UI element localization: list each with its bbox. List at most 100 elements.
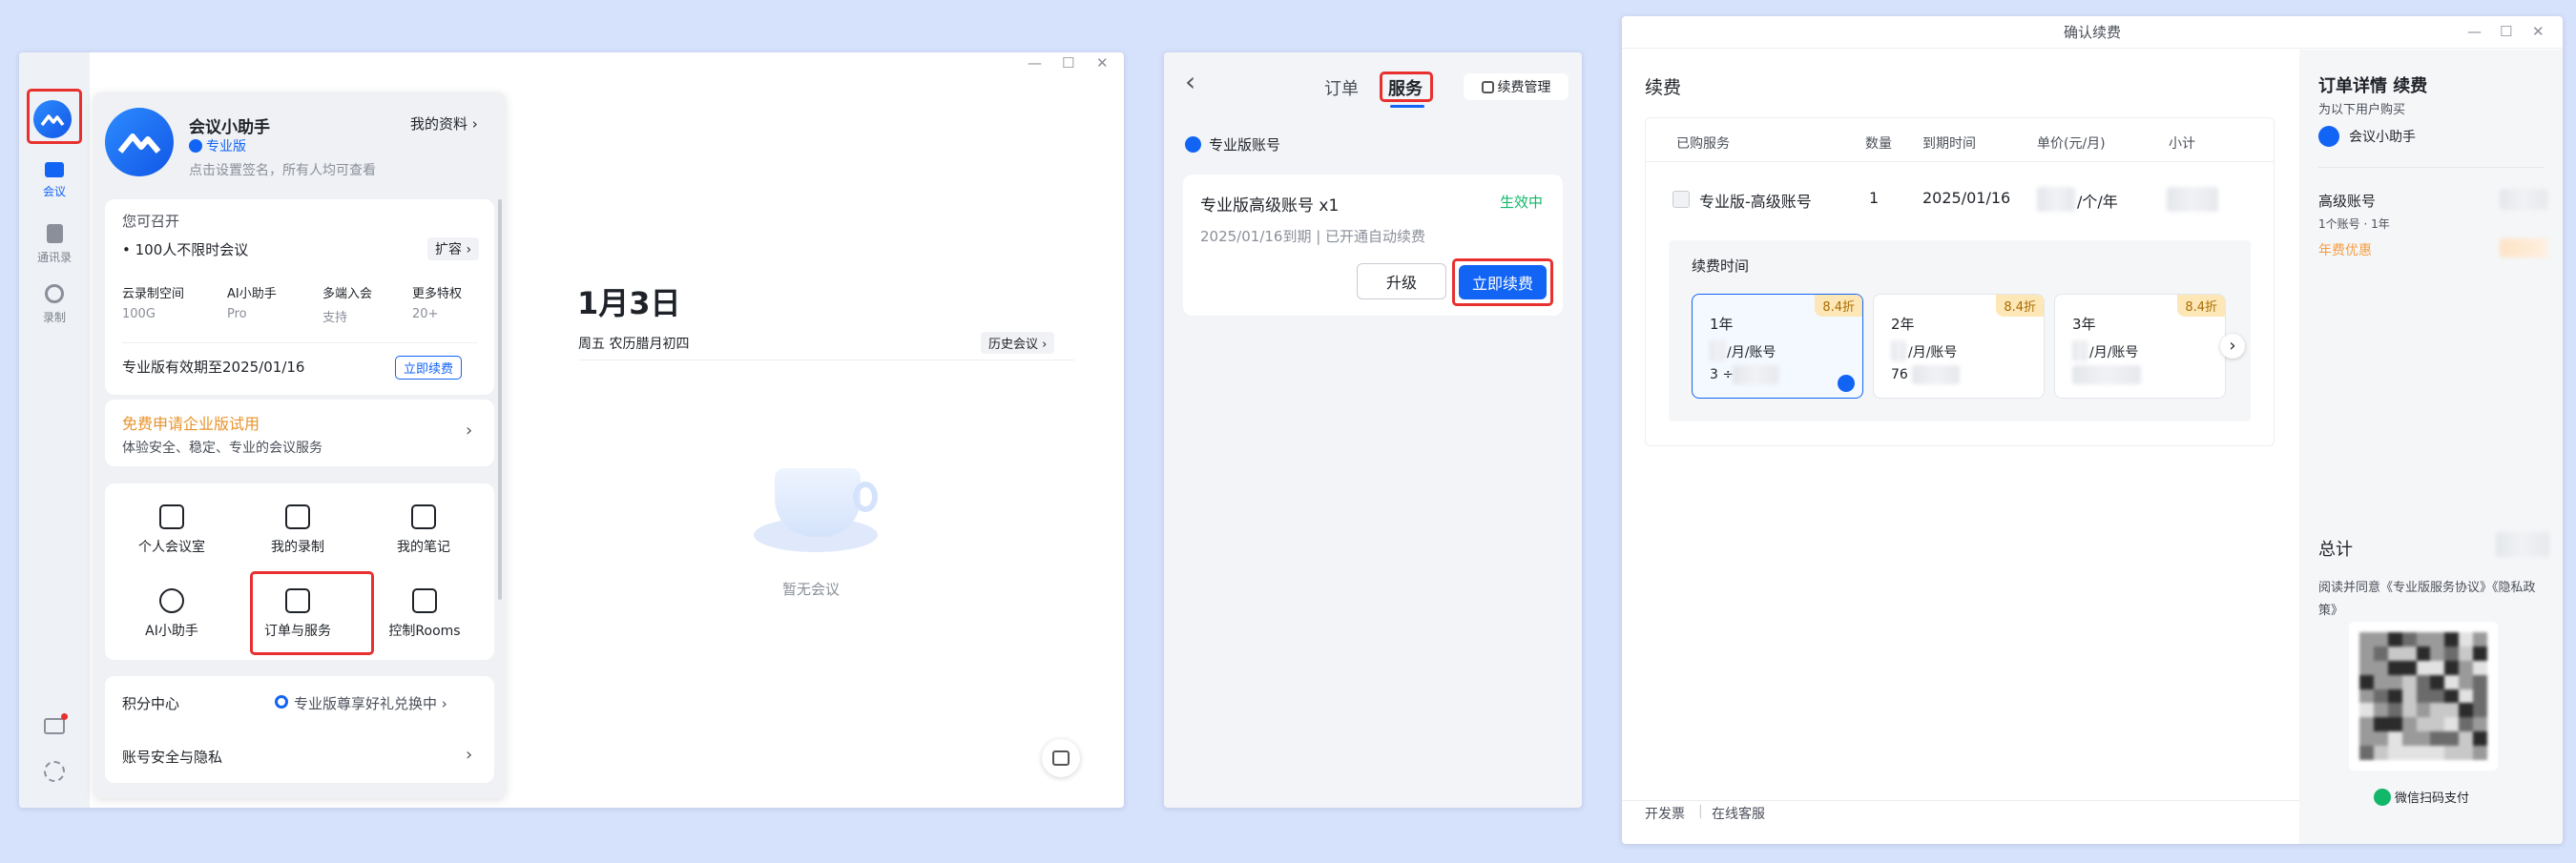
qr-cell [2387, 632, 2402, 647]
highlight-renew-button [1452, 258, 1553, 306]
scroll-right-button[interactable]: › [2220, 334, 2245, 359]
row-service: 专业版-高级账号 [1699, 193, 1812, 211]
qr-cell [2401, 703, 2417, 718]
qr-cell [2473, 688, 2487, 704]
qr-cell [2401, 674, 2417, 689]
qr-cell [2459, 632, 2474, 647]
confirm-renewal-window: 确认续费 — ☐ ✕ 续费 已购服务 数量 到期时间 单价(元/月) 小计 专业… [1622, 16, 2563, 844]
grid-my-recordings[interactable]: 我的录制 [260, 504, 336, 556]
option-2-years[interactable]: 8.4折 2年 /月/账号 76 [1873, 294, 2045, 399]
maximize-button[interactable]: ☐ [2500, 23, 2512, 40]
footer-divider [1622, 800, 2299, 801]
tab-orders[interactable]: 订单 [1324, 75, 1359, 100]
divider [122, 342, 477, 343]
qr-cell [2416, 674, 2431, 689]
minimize-button[interactable]: — [2467, 23, 2482, 40]
upgrade-button[interactable]: 升级 [1357, 263, 1446, 299]
option-1-year[interactable]: 8.4折 1年 /月/账号 3 ÷ [1692, 294, 1863, 399]
trial-card[interactable]: 免费申请企业版试用 体验安全、稳定、专业的会议服务 › [105, 400, 494, 466]
grid-my-notes[interactable]: 我的笔记 [385, 504, 462, 556]
nav-contacts[interactable]: 通讯录 [31, 224, 78, 265]
qr-cell [2459, 660, 2474, 675]
add-schedule-button[interactable] [1042, 739, 1080, 777]
profile-avatar[interactable] [105, 108, 174, 176]
feature-4: 更多特权 20+ [412, 283, 462, 321]
qr-cell [2430, 746, 2445, 760]
qr-cell [2387, 717, 2402, 732]
qr-cell [2359, 703, 2374, 718]
history-meetings-button[interactable]: 历史会议 › [981, 332, 1055, 354]
manage-icon [1481, 80, 1494, 93]
pro-check-icon [1185, 136, 1201, 153]
grid-label: 个人会议室 [138, 540, 205, 555]
qr-cell [2459, 703, 2474, 718]
security-label[interactable]: 账号安全与隐私 [122, 747, 222, 767]
nav-meeting[interactable]: 会议 [35, 162, 73, 199]
qr-cell [2387, 660, 2402, 675]
my-profile-link[interactable]: 我的资料 › [410, 113, 478, 134]
user-row: 会议小助手 [2318, 126, 2416, 147]
back-button[interactable]: ‹ [1185, 66, 1195, 97]
qr-cell [2359, 731, 2374, 747]
qr-cell [2359, 688, 2374, 704]
signature-hint[interactable]: 点击设置签名，所有人均可查看 [189, 160, 376, 179]
wechat-pay-icon [2374, 788, 2391, 806]
option-3-years[interactable]: 8.4折 3年 /月/账号 [2054, 294, 2226, 399]
grid-personal-room[interactable]: 个人会议室 [134, 504, 210, 556]
table-row: 专业版-高级账号 1 2025/01/16 /个/年 [1646, 175, 2274, 223]
renew-heading: 续费 [1645, 77, 1682, 98]
payment-qr-code[interactable] [2359, 632, 2487, 760]
scrollbar[interactable] [498, 199, 502, 600]
expiry-text: 专业版有效期至2025/01/16 [122, 359, 305, 376]
qr-cell [2387, 646, 2402, 661]
close-button[interactable]: ✕ [2532, 23, 2545, 40]
points-icon [275, 695, 288, 709]
qr-cell [2473, 746, 2487, 760]
online-service-link[interactable]: 在线客服 [1712, 804, 1765, 823]
divider [2318, 167, 2544, 168]
qr-cell [2401, 717, 2417, 732]
grid-control-rooms[interactable]: 控制Rooms [382, 588, 467, 640]
option-total: 76 [1891, 367, 1908, 382]
nav-record[interactable]: 录制 [35, 284, 73, 325]
qr-code-frame [2349, 622, 2498, 771]
minimize-button[interactable]: — [1028, 54, 1042, 72]
qr-cell [2430, 674, 2445, 689]
points-card[interactable]: 积分中心 专业版尊享好礼兑换中 › 账号安全与隐私 › [105, 676, 494, 783]
qr-cell [2416, 746, 2431, 760]
close-button[interactable]: ✕ [1096, 54, 1109, 72]
settings-gear-icon[interactable] [44, 761, 65, 782]
plan-card: 您可召开 • 100人不限时会议 扩容 › 云录制空间 100G AI小助手 Pro… [105, 199, 494, 395]
selected-check-icon [1838, 375, 1855, 392]
qr-cell [2401, 688, 2417, 704]
renew-now-link[interactable]: 立即续费 [395, 356, 463, 380]
redacted-price [2072, 340, 2088, 361]
redacted-subtotal [2167, 187, 2218, 212]
qr-cell [2459, 731, 2474, 747]
qr-cell [2373, 674, 2388, 689]
qr-cell [2416, 731, 2431, 747]
redacted-unit-price [2037, 187, 2075, 212]
user-avatar-icon [2318, 126, 2339, 147]
trial-subtitle: 体验安全、稳定、专业的会议服务 [122, 441, 322, 456]
qr-cell [2430, 632, 2445, 647]
qr-cell [2387, 746, 2402, 760]
row-checkbox[interactable] [1672, 191, 1690, 208]
maximize-button[interactable]: ☐ [1062, 54, 1074, 72]
option-per: /月/账号 [1727, 345, 1776, 360]
grid-ai-assistant[interactable]: AI小助手 [134, 588, 210, 640]
feature-label: 多端入会 [322, 287, 373, 301]
feature-value: Pro [227, 307, 247, 321]
table-header: 已购服务 数量 到期时间 单价(元/月) 小计 [1646, 118, 2274, 162]
redacted-item-price [2500, 189, 2547, 210]
mail-icon[interactable] [44, 718, 65, 734]
total-label: 总计 [2318, 540, 2353, 560]
qr-cell [2430, 731, 2445, 747]
window-title: 确认续费 [2063, 24, 2121, 41]
agreement-text[interactable]: 阅读并同意《专业版服务协议》《隐私政策》 [2318, 577, 2545, 623]
renew-manage-button[interactable]: 续费管理 [1464, 73, 1568, 100]
qr-cell [2373, 746, 2388, 760]
expand-button[interactable]: 扩容 › [427, 237, 480, 260]
invoice-link[interactable]: 开发票 [1645, 804, 1685, 823]
option-title: 2年 [1891, 316, 1915, 333]
